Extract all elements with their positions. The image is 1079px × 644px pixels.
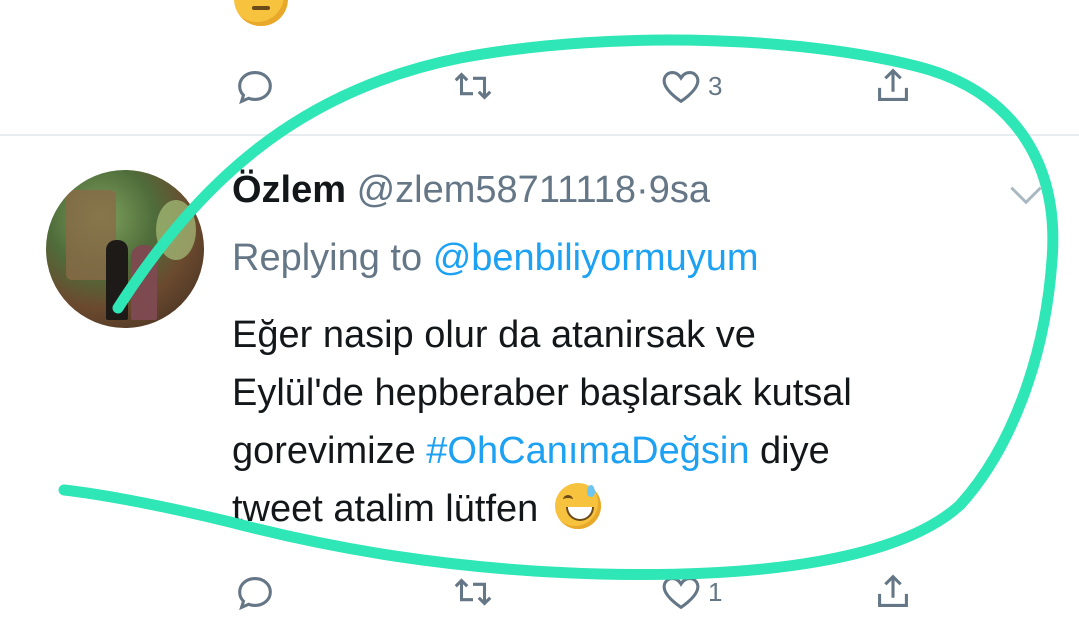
tweet-text-segment: tweet atalim lütfen [232, 488, 539, 530]
prev-retweet-button[interactable] [450, 56, 496, 116]
tweet-text-segment: diye [760, 430, 830, 472]
tweet-text: Eğer nasip olur da atanirsak ve Eylül'de… [232, 306, 1032, 538]
retweet-button[interactable] [450, 562, 496, 622]
tweet-actions: 1 [0, 562, 1079, 622]
share-icon [878, 68, 908, 101]
user-handle[interactable]: @zlem58711118 [357, 169, 636, 211]
reply-button[interactable] [232, 562, 278, 622]
prev-reply-button[interactable] [232, 56, 278, 116]
prev-share-button[interactable] [870, 56, 916, 116]
like-count: 1 [708, 576, 723, 607]
share-button[interactable] [870, 562, 916, 622]
retweet-icon [454, 72, 492, 100]
tweet-line-2: Eylül'de hepberaber başlarsak kutsal [232, 372, 852, 414]
prev-like-button[interactable]: 3 [658, 56, 722, 116]
heart-icon [662, 71, 700, 104]
replying-to: Replying to @benbiliyormuyum [232, 234, 759, 282]
reply-icon [238, 71, 272, 105]
reply-icon [238, 577, 272, 611]
tweet-text-segment: gorevimize [232, 430, 416, 472]
tweet-line-1: Eğer nasip olur da atanirsak ve [232, 314, 756, 356]
rolling-eyes-emoji-icon [234, 0, 288, 26]
retweet-icon [454, 578, 492, 606]
avatar[interactable] [46, 170, 204, 328]
timestamp[interactable]: 9sa [649, 169, 710, 211]
tweet-line-3: gorevimize #OhCanımaDeğsin diye [232, 422, 1032, 480]
grinning-sweat-emoji-icon [554, 483, 601, 529]
replying-prefix: Replying to [232, 237, 423, 279]
prev-like-count: 3 [708, 70, 723, 101]
tweet-line-4: tweet atalim lütfen [232, 480, 1032, 538]
heart-icon [662, 577, 700, 610]
hashtag-link[interactable]: #OhCanımaDeğsin [426, 430, 749, 472]
tweet-menu-button[interactable] [1004, 180, 1048, 215]
replying-to-mention[interactable]: @benbiliyormuyum [433, 237, 759, 279]
share-icon [878, 574, 908, 607]
tweet-header: Özlem @zlem58711118·9sa [232, 166, 710, 214]
prev-tweet-actions: 3 [0, 56, 1079, 116]
display-name[interactable]: Özlem [232, 169, 346, 211]
tweet-divider [0, 134, 1079, 136]
separator-dot: · [636, 169, 649, 211]
chevron-down-icon [1010, 186, 1042, 205]
like-button[interactable]: 1 [658, 562, 722, 622]
